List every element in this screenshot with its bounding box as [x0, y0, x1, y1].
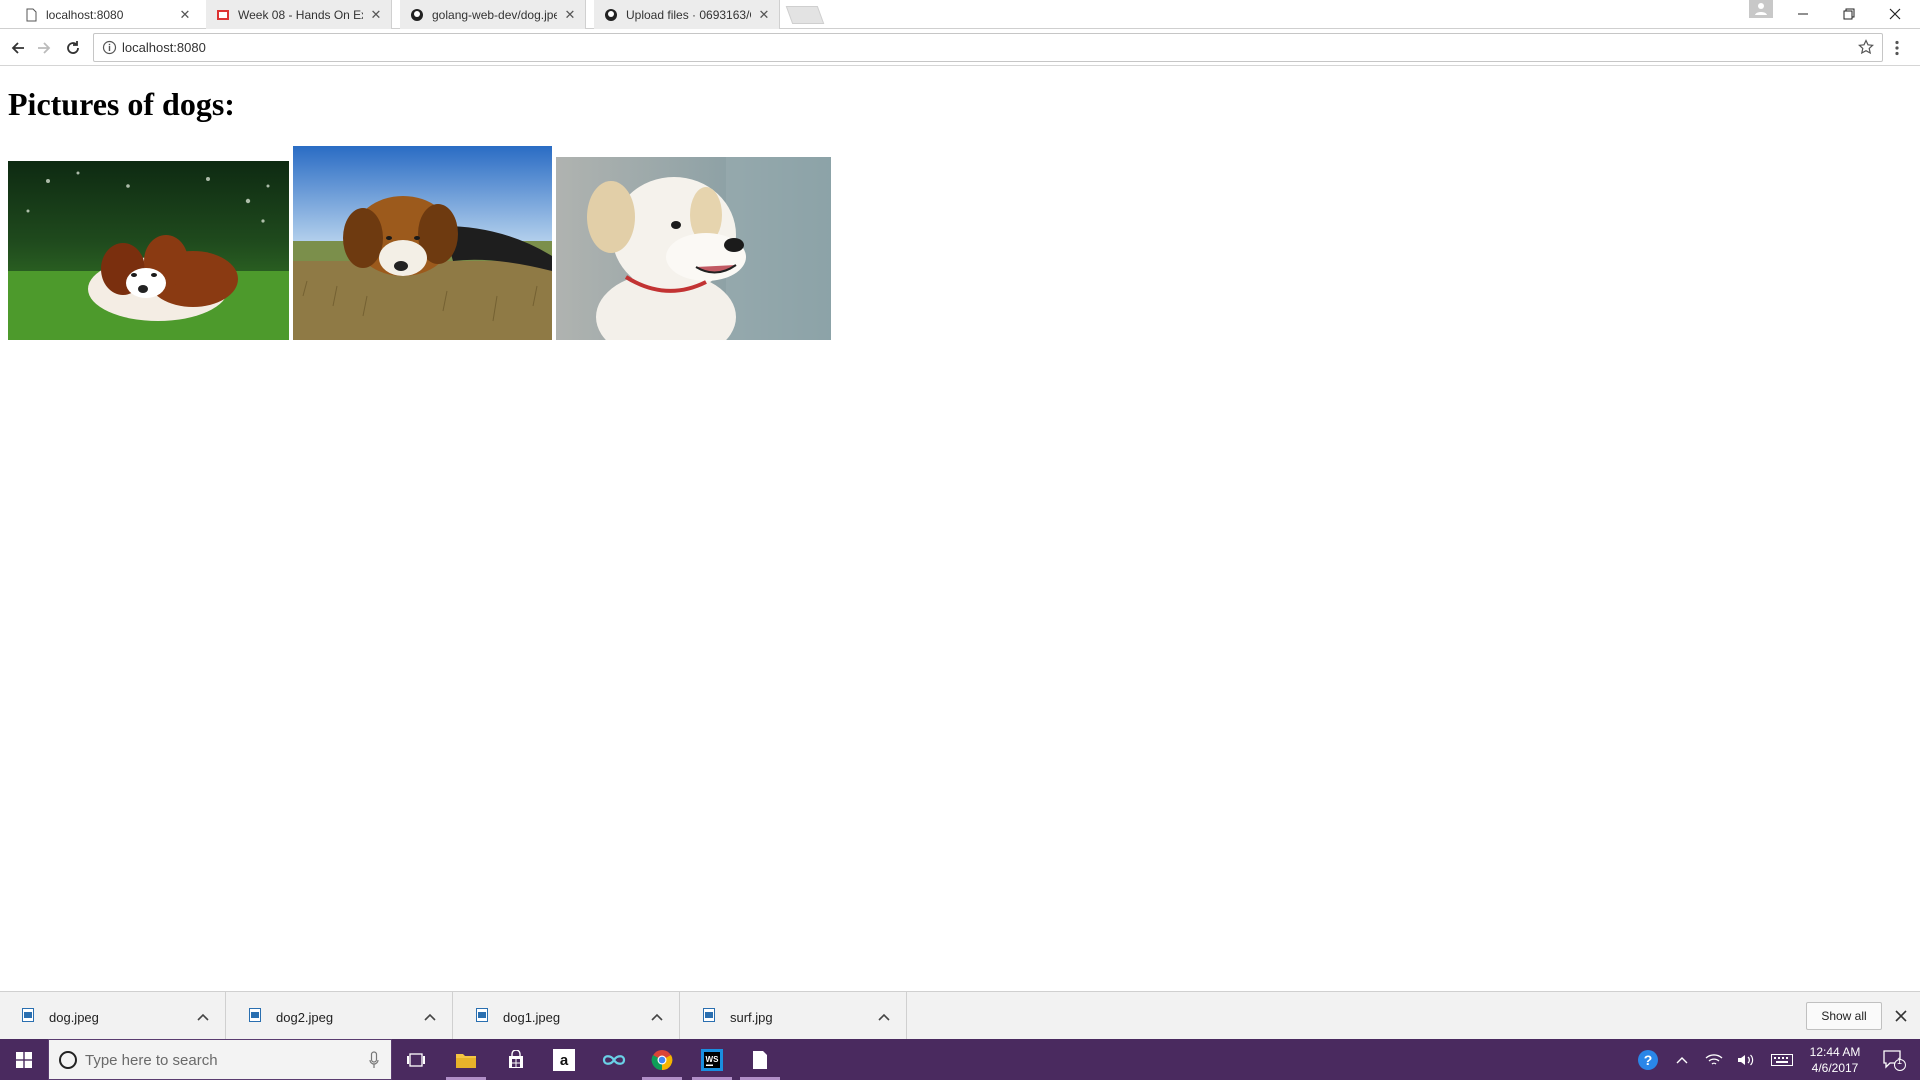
- download-item[interactable]: dog1.jpeg: [454, 992, 680, 1040]
- reload-button[interactable]: [61, 36, 85, 60]
- info-icon[interactable]: [102, 40, 117, 55]
- tab-strip: localhost:8080 ✕ Week 08 - Hands On Exe …: [0, 0, 1920, 29]
- tab-title: localhost:8080: [46, 7, 124, 22]
- download-shelf: dog.jpeg dog2.jpeg dog1.jpeg surf.jpg Sh…: [0, 991, 1920, 1040]
- close-window-button[interactable]: [1872, 0, 1918, 28]
- tab-title: Week 08 - Hands On Exe: [238, 7, 363, 22]
- address-bar[interactable]: localhost:8080: [93, 33, 1883, 62]
- svg-text:?: ?: [1644, 1052, 1653, 1068]
- tab-golang-dog[interactable]: golang-web-dev/dog.jpe ✕: [400, 0, 586, 29]
- close-icon[interactable]: [1894, 1009, 1908, 1023]
- slides-icon: [216, 8, 230, 22]
- file-explorer-icon[interactable]: [442, 1039, 490, 1080]
- download-item[interactable]: dog.jpeg: [0, 992, 226, 1040]
- tab-localhost[interactable]: localhost:8080 ✕: [14, 0, 200, 29]
- download-filename: dog2.jpeg: [276, 1010, 334, 1025]
- svg-text:WS: WS: [706, 1055, 720, 1064]
- store-icon[interactable]: [492, 1039, 540, 1080]
- chrome-icon[interactable]: [638, 1039, 686, 1080]
- url-text: localhost:8080: [122, 40, 206, 55]
- close-icon[interactable]: ✕: [563, 7, 577, 22]
- github-icon: [604, 8, 618, 22]
- close-icon[interactable]: ✕: [369, 7, 383, 22]
- windows-start-icon[interactable]: [0, 1039, 48, 1080]
- github-icon: [410, 8, 424, 22]
- download-filename: dog.jpeg: [49, 1010, 99, 1025]
- tab-upload-files[interactable]: Upload files · 0693163/G ✕: [594, 0, 780, 29]
- dog-image-3: [556, 157, 831, 340]
- notification-count: 1: [1897, 1056, 1903, 1066]
- taskbar-search-box[interactable]: Type here to search: [48, 1039, 392, 1080]
- image-file-icon: [249, 1008, 261, 1022]
- chevron-up-icon[interactable]: [197, 1009, 209, 1021]
- more-menu-icon[interactable]: [1894, 40, 1900, 56]
- browser-toolbar: localhost:8080: [0, 29, 1920, 66]
- new-tab-button[interactable]: [785, 6, 825, 24]
- show-all-button[interactable]: Show all: [1806, 1002, 1882, 1030]
- help-icon[interactable]: ?: [1632, 1039, 1664, 1080]
- chevron-up-icon[interactable]: [878, 1009, 890, 1021]
- tab-title: golang-web-dev/dog.jpe: [432, 7, 557, 22]
- chevron-up-icon[interactable]: [1670, 1039, 1694, 1080]
- volume-icon[interactable]: [1732, 1039, 1760, 1080]
- restore-button[interactable]: [1826, 0, 1872, 28]
- clock-date: 4/6/2017: [1811, 1061, 1859, 1075]
- bookmark-star-icon[interactable]: [1858, 39, 1874, 55]
- back-button[interactable]: [6, 36, 30, 60]
- notepad-icon[interactable]: [736, 1039, 784, 1080]
- windows-taskbar: Type here to search a WS ? 12:44 AM 4/6/…: [0, 1039, 1920, 1080]
- image-file-icon: [703, 1008, 715, 1022]
- amazon-icon[interactable]: a: [540, 1039, 588, 1080]
- dog-image-1: [8, 161, 289, 340]
- forward-button[interactable]: [32, 36, 56, 60]
- page-heading: Pictures of dogs:: [8, 86, 235, 122]
- profile-icon[interactable]: [1749, 0, 1773, 18]
- notifications-icon[interactable]: 1: [1874, 1039, 1914, 1080]
- microphone-icon[interactable]: [369, 1051, 379, 1069]
- infinity-app-icon[interactable]: [590, 1039, 638, 1080]
- page-icon: [24, 8, 38, 22]
- clock-time: 12:44 AM: [1809, 1045, 1861, 1059]
- wifi-icon[interactable]: [1700, 1039, 1728, 1080]
- tab-week08[interactable]: Week 08 - Hands On Exe ✕: [206, 0, 392, 29]
- webstorm-icon[interactable]: WS: [688, 1039, 736, 1080]
- download-filename: dog1.jpeg: [503, 1010, 561, 1025]
- image-file-icon: [476, 1008, 488, 1022]
- close-icon[interactable]: ✕: [757, 7, 771, 22]
- svg-text:a: a: [560, 1052, 569, 1069]
- dog-image-2: [293, 146, 552, 340]
- keyboard-icon[interactable]: [1766, 1039, 1798, 1080]
- download-filename: surf.jpg: [730, 1010, 773, 1025]
- chevron-up-icon[interactable]: [424, 1009, 436, 1021]
- minimize-button[interactable]: [1780, 0, 1826, 28]
- cortana-icon: [59, 1051, 77, 1069]
- chevron-up-icon[interactable]: [651, 1009, 663, 1021]
- search-placeholder: Type here to search: [85, 1052, 218, 1069]
- download-item[interactable]: dog2.jpeg: [227, 992, 453, 1040]
- tab-title: Upload files · 0693163/G: [626, 7, 751, 22]
- close-icon[interactable]: ✕: [178, 7, 192, 22]
- clock[interactable]: 12:44 AM 4/6/2017: [1800, 1044, 1870, 1076]
- download-item[interactable]: surf.jpg: [681, 992, 907, 1040]
- task-view-icon[interactable]: [392, 1039, 440, 1080]
- image-file-icon: [22, 1008, 34, 1022]
